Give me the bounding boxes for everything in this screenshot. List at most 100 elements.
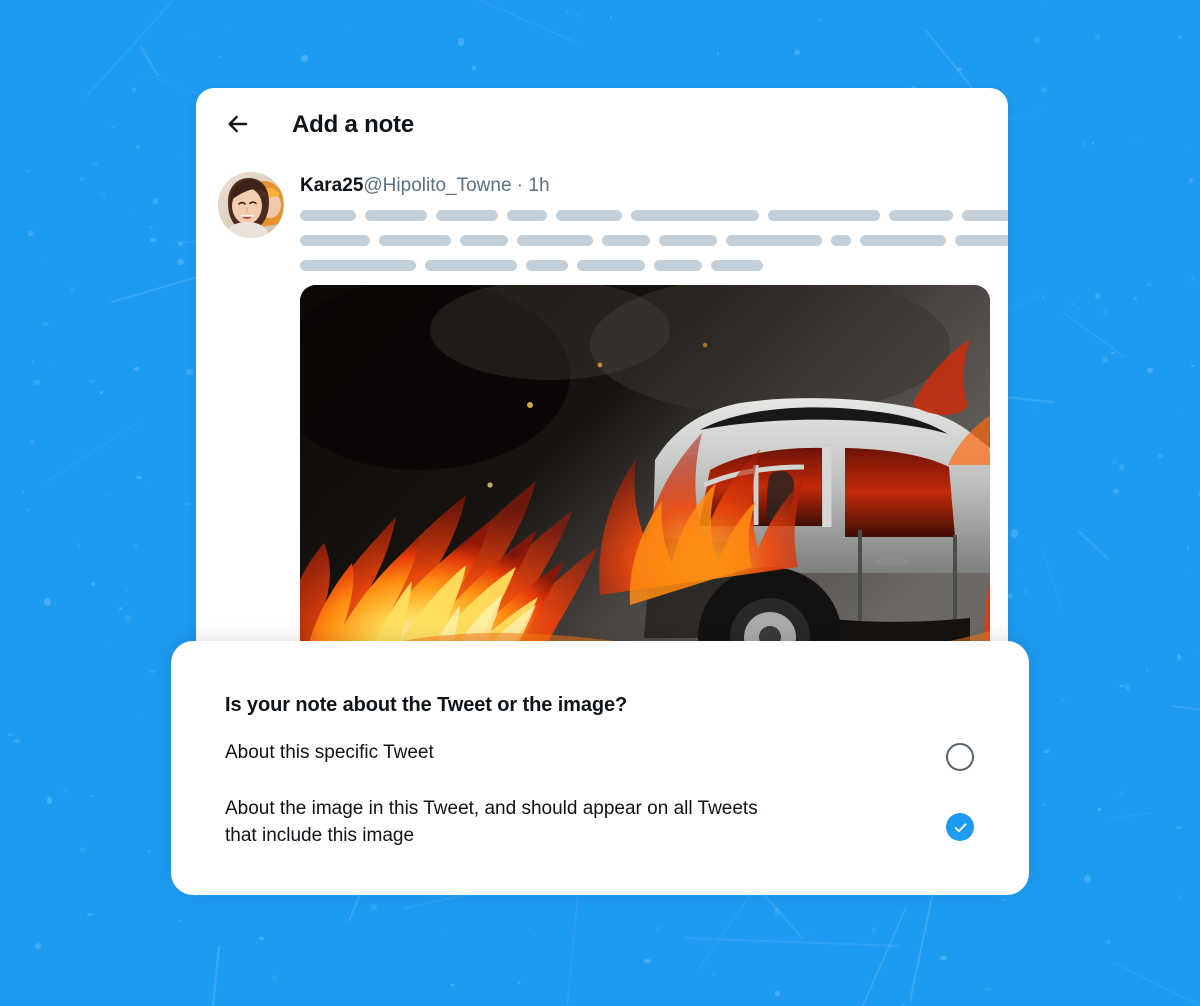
texture-speck — [76, 452, 79, 454]
texture-speck — [272, 974, 278, 981]
texture-speck — [149, 238, 156, 242]
texture-speck — [177, 152, 180, 154]
texture-speck — [1061, 698, 1066, 702]
texture-speck — [610, 16, 613, 19]
texture-speck — [8, 732, 13, 736]
texture-speck — [25, 169, 31, 172]
back-button[interactable] — [218, 105, 258, 145]
texture-speck — [27, 231, 34, 236]
texture-speck — [91, 582, 96, 587]
tweet-meta: Kara25@Hipolito_Towne · 1h — [300, 172, 1008, 198]
texture-speck — [793, 49, 800, 56]
texture-scratch — [1113, 961, 1200, 1006]
texture-scratch — [1110, 812, 1152, 819]
texture-speck — [1185, 146, 1187, 148]
texture-speck — [1176, 653, 1182, 660]
texture-speck — [186, 369, 194, 376]
texture-speck — [1197, 654, 1200, 656]
avatar[interactable] — [218, 172, 284, 238]
texture-speck — [1113, 488, 1119, 495]
texture-speck — [1188, 177, 1194, 183]
sheet-title: Is your note about the Tweet or the imag… — [225, 694, 628, 716]
texture-speck — [179, 920, 182, 923]
texture-speck — [133, 544, 139, 547]
placeholder-line — [300, 235, 1008, 246]
texture-speck — [1110, 351, 1116, 355]
texture-speck — [818, 18, 823, 21]
texture-speck — [1180, 411, 1183, 413]
texture-speck — [1007, 594, 1014, 599]
texture-speck — [1043, 750, 1049, 754]
placeholder-word — [507, 210, 547, 221]
option-label: About the image in this Tweet, and shoul… — [225, 798, 758, 846]
radio-selected-check-icon[interactable] — [946, 813, 974, 841]
texture-speck — [131, 86, 137, 92]
texture-speck — [516, 981, 521, 984]
texture-speck — [957, 68, 963, 72]
texture-speck — [1024, 589, 1029, 594]
texture-speck — [105, 493, 109, 496]
texture-speck — [186, 121, 188, 123]
texture-speck — [129, 214, 134, 217]
texture-speck — [1042, 295, 1045, 299]
texture-speck — [344, 29, 346, 31]
texture-scratch — [1062, 311, 1126, 358]
texture-speck — [575, 14, 580, 18]
texture-speck — [108, 640, 111, 642]
placeholder-word — [631, 210, 759, 221]
texture-scratch — [47, 423, 139, 483]
texture-speck — [79, 176, 85, 181]
texture-speck — [371, 902, 378, 910]
option-row-specific-tweet[interactable]: About this specific Tweet — [225, 739, 989, 771]
texture-speck — [1101, 356, 1108, 364]
texture-speck — [440, 929, 442, 932]
texture-speck — [644, 958, 651, 963]
placeholder-word — [889, 210, 953, 221]
texture-speck — [46, 797, 52, 804]
texture-scratch — [1041, 548, 1064, 613]
add-note-card: Add a note Kara25@Hipolito_Towne · 1h — [196, 88, 1008, 658]
burning-car-photo[interactable] — [300, 285, 990, 658]
texture-speck — [1145, 669, 1149, 672]
texture-speck — [123, 49, 125, 50]
texture-speck — [1191, 277, 1195, 282]
texture-speck — [1033, 36, 1040, 44]
texture-speck — [872, 926, 877, 933]
texture-speck — [1187, 571, 1189, 573]
texture-speck — [1021, 571, 1023, 574]
radio-unselected-icon[interactable] — [946, 743, 974, 771]
texture-speck — [89, 794, 95, 798]
texture-speck — [29, 440, 36, 444]
tweet-display-name: Kara25 — [300, 175, 364, 196]
texture-speck — [43, 260, 46, 263]
texture-speck — [185, 502, 189, 506]
texture-speck — [1191, 365, 1194, 367]
texture-speck — [149, 669, 156, 673]
texture-speck — [1031, 408, 1034, 410]
texture-scratch — [85, 0, 191, 97]
texture-speck — [1040, 803, 1047, 806]
texture-speck — [79, 847, 86, 853]
placeholder-word — [379, 235, 451, 246]
placeholder-word — [526, 260, 568, 271]
texture-speck — [1112, 458, 1117, 464]
texture-speck — [191, 33, 194, 35]
texture-speck — [100, 192, 106, 198]
texture-speck — [63, 788, 67, 794]
tweet-text-placeholder — [300, 210, 1008, 271]
texture-speck — [32, 359, 35, 363]
texture-scratch — [139, 45, 160, 77]
texture-speck — [1118, 684, 1125, 688]
texture-speck — [135, 144, 141, 150]
placeholder-line — [300, 210, 1008, 221]
placeholder-word — [711, 260, 763, 271]
texture-speck — [1119, 464, 1125, 472]
texture-speck — [458, 38, 465, 46]
texture-speck — [99, 391, 103, 394]
texture-speck — [1175, 826, 1183, 830]
texture-speck — [1157, 453, 1164, 458]
placeholder-word — [955, 235, 1008, 246]
placeholder-word — [654, 260, 702, 271]
option-row-image[interactable]: About the image in this Tweet, and shoul… — [225, 795, 989, 849]
texture-speck — [1010, 427, 1013, 429]
